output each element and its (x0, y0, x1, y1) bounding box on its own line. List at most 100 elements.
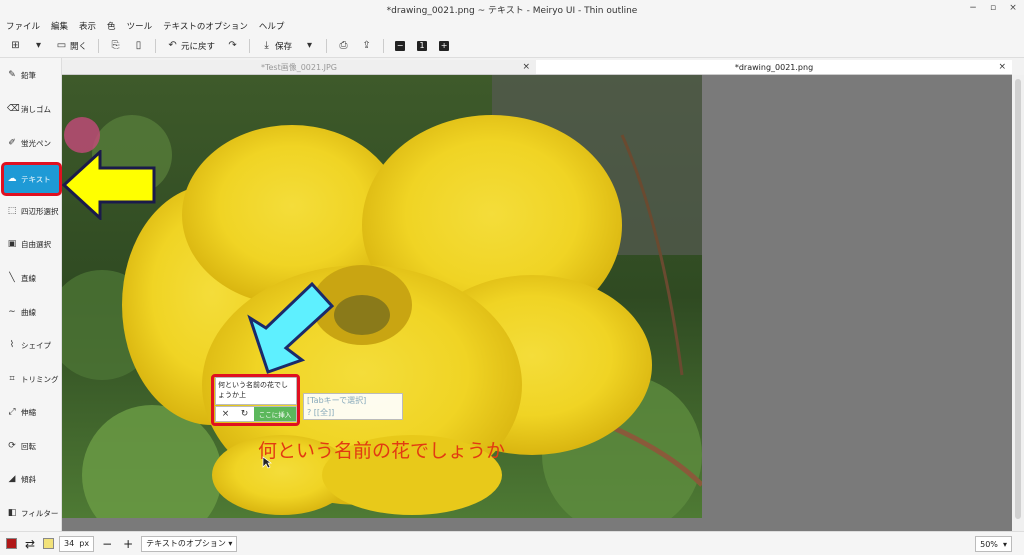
tool-label: 回転 (21, 441, 36, 451)
menu-file[interactable]: ファイル (6, 20, 40, 32)
tool-crop[interactable]: ⌗ トリミング (2, 364, 60, 394)
tool-curve[interactable]: ∼ 曲線 (2, 297, 60, 327)
toolbar: ⊞ ▾ ▭ 開く ⎘ ▯ ↶ 元に戻す ↷ ⤓ 保存 ▾ ⎙ ⇪ − 1 + (0, 34, 1024, 58)
maximize-button[interactable]: ▫ (988, 3, 998, 13)
menu-tools[interactable]: ツール (127, 20, 153, 32)
paste-button[interactable]: ⎘ (106, 38, 125, 53)
menu-edit[interactable]: 編集 (51, 20, 68, 32)
window-controls: − ▫ × (968, 3, 1018, 13)
plus-icon: + (439, 40, 450, 51)
primary-color-swatch[interactable] (6, 538, 17, 549)
size-increase-button[interactable]: + (120, 536, 136, 552)
free-select-icon: ▣ (7, 239, 17, 249)
minus-icon: − (102, 536, 113, 551)
new-icon: ⊞ (11, 40, 20, 51)
paste-icon: ⎘ (111, 40, 120, 51)
tool-rotate[interactable]: ⟳ 回転 (2, 431, 60, 461)
printer-icon: ⎙ (339, 40, 348, 51)
chevron-down-icon: ▾ (307, 40, 313, 51)
chevron-down-icon: ▾ (35, 40, 42, 51)
toolbar-separator (249, 38, 251, 53)
status-bar: ⇄ 34 px − + テキストのオプション ▾ 50% ▾ (0, 531, 1024, 555)
toolbar-separator (155, 38, 157, 53)
tool-skew[interactable]: ◢ 傾斜 (2, 464, 60, 494)
tool-label: 消しゴム (21, 104, 51, 114)
share-icon: ⇪ (362, 40, 371, 51)
menu-view[interactable]: 表示 (79, 20, 96, 32)
save-label: 保存 (275, 41, 293, 52)
clipboard-button[interactable]: ▯ (129, 38, 148, 53)
swap-colors-button[interactable]: ⇄ (22, 536, 38, 552)
close-window-button[interactable]: × (1008, 3, 1018, 13)
tool-label: フィルター (21, 508, 59, 518)
toolbar-separator (98, 38, 100, 53)
download-icon: ⤓ (264, 40, 269, 51)
hint-line: [Tabキーで選択] (307, 396, 367, 405)
tool-rect-select[interactable]: ⬚ 四辺形選択 (2, 196, 60, 226)
yellow-arrow-icon (62, 150, 156, 220)
cyan-arrow-icon (247, 281, 335, 374)
one-to-one-icon: 1 (417, 40, 428, 51)
hint-line: ? [[全]] (307, 408, 335, 417)
print-button[interactable]: ⎙ (334, 38, 353, 53)
zoom-reset-button[interactable]: 1 (413, 39, 431, 53)
export-button[interactable]: ⇪ (357, 38, 376, 53)
save-button[interactable]: ⤓ 保存 (257, 38, 296, 54)
zoom-in-button[interactable]: + (435, 39, 453, 53)
size-unit: px (79, 539, 90, 548)
scale-icon: ⤢ (8, 407, 16, 417)
close-icon[interactable]: × (522, 62, 530, 72)
tool-shape[interactable]: ⌇ シェイプ (2, 330, 60, 360)
tab-test-image[interactable]: *Test画像_0021.JPG × (62, 60, 536, 75)
tool-free-select[interactable]: ▣ 自由選択 (2, 229, 60, 259)
tab-drawing[interactable]: *drawing_0021.png × (536, 60, 1012, 75)
close-icon[interactable]: × (998, 62, 1006, 72)
undo-icon: ↶ (168, 40, 177, 51)
tool-highlighter[interactable]: ✐ 蛍光ペン (2, 128, 60, 158)
filter-icon: ◧ (7, 508, 17, 518)
open-button[interactable]: ▭ 開く (52, 38, 91, 54)
tools-sidebar: ✎ 鉛筆 ⌫ 消しゴム ✐ 蛍光ペン ☁ テキスト ⬚ 四辺形選択 ▣ 自由選択 ╲ 直線 ∼… (0, 58, 62, 531)
chevron-down-icon: ▾ (228, 539, 233, 548)
highlighter-icon: ✐ (8, 138, 16, 148)
menu-help[interactable]: ヘルプ (259, 20, 285, 32)
zoom-out-button[interactable]: − (391, 39, 409, 53)
new-dropdown[interactable]: ▾ (29, 38, 48, 53)
chevron-down-icon: ▾ (1002, 539, 1007, 549)
vertical-scrollbar[interactable] (1012, 75, 1024, 531)
tool-label: 蛍光ペン (21, 138, 51, 148)
canvas-text: 何という名前の花でしょうか (258, 440, 506, 462)
text-options-dropdown[interactable]: テキストのオプション ▾ (141, 535, 238, 552)
line-icon: ╲ (9, 273, 15, 283)
toolbar-separator (383, 38, 385, 53)
tool-label: トリミング (21, 374, 59, 384)
size-decrease-button[interactable]: − (99, 536, 115, 552)
tool-pencil[interactable]: ✎ 鉛筆 (2, 60, 60, 90)
tool-label: 四辺形選択 (21, 206, 59, 216)
mouse-cursor-icon (262, 456, 272, 469)
tab-label: *Test画像_0021.JPG (260, 62, 338, 72)
menu-color[interactable]: 色 (107, 20, 116, 32)
tool-label: 傾斜 (21, 474, 36, 484)
undo-button[interactable]: ↶ 元に戻す (163, 38, 219, 54)
new-button[interactable]: ⊞ (6, 38, 25, 53)
scrollbar-thumb[interactable] (1015, 79, 1021, 519)
zoom-dropdown[interactable]: 50% ▾ (975, 536, 1012, 552)
size-value: 34 (64, 539, 75, 548)
redo-button[interactable]: ↷ (223, 38, 242, 53)
tool-eraser[interactable]: ⌫ 消しゴム (2, 94, 60, 124)
tool-filter[interactable]: ◧ フィルター (2, 498, 60, 528)
save-dropdown[interactable]: ▾ (300, 38, 319, 53)
tab-label: *drawing_0021.png (734, 62, 814, 72)
secondary-color-swatch[interactable] (43, 538, 54, 549)
tool-line[interactable]: ╲ 直線 (2, 263, 60, 293)
minimize-button[interactable]: − (968, 3, 978, 13)
window-title: *drawing_0021.png ~ テキスト - Meiryo UI - T… (386, 5, 638, 16)
menu-text-options[interactable]: テキストのオプション (163, 20, 248, 32)
title-bar: *drawing_0021.png ~ テキスト - Meiryo UI - T… (0, 0, 1024, 18)
size-input[interactable]: 34 px (59, 535, 95, 552)
text-tool-highlight (1, 162, 62, 196)
tool-label: 鉛筆 (21, 70, 36, 80)
tool-scale[interactable]: ⤢ 伸縮 (2, 397, 60, 427)
pencil-icon: ✎ (8, 70, 16, 80)
